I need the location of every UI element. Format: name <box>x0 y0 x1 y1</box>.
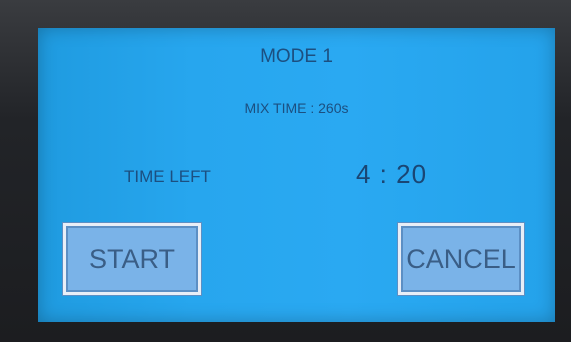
time-left-label: TIME LEFT <box>124 167 211 186</box>
touch-screen: MODE 1 MIX TIME : 260s TIME LEFT 4 : 20 … <box>38 28 555 322</box>
mix-time-label: MIX TIME : 260s <box>244 100 349 116</box>
cancel-button[interactable]: CANCEL <box>398 223 524 295</box>
countdown-value: 4 : 20 <box>356 159 428 189</box>
mode-title: MODE 1 <box>260 46 333 67</box>
start-button[interactable]: START <box>63 223 201 295</box>
